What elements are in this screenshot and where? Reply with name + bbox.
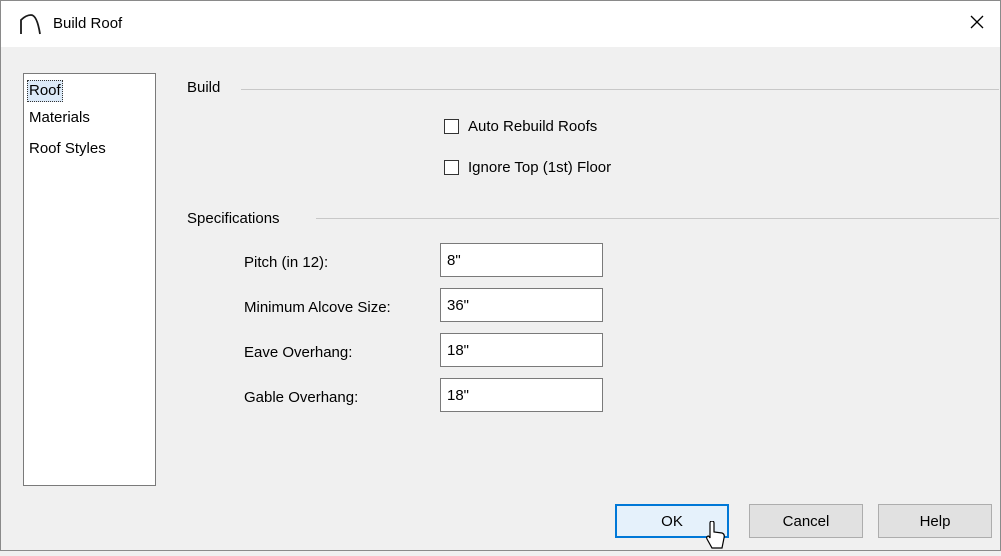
nav-item-roof-styles[interactable]: Roof Styles <box>27 138 108 160</box>
nav-item-materials[interactable]: Materials <box>27 107 92 129</box>
specifications-group-label: Specifications <box>187 210 280 227</box>
minimum-alcove-size-input[interactable] <box>440 288 603 322</box>
auto-rebuild-roofs-checkbox[interactable]: Auto Rebuild Roofs <box>444 118 597 135</box>
panel-nav-list: Roof Materials Roof Styles <box>23 73 156 486</box>
checkbox-box[interactable] <box>444 160 459 175</box>
close-button[interactable] <box>954 1 1000 47</box>
build-roof-dialog: Build Roof Roof Materials Roof Styles Bu… <box>0 0 1001 551</box>
minimum-alcove-size-label: Minimum Alcove Size: <box>244 299 391 316</box>
eave-overhang-label: Eave Overhang: <box>244 344 353 361</box>
eave-overhang-input[interactable] <box>440 333 603 367</box>
checkbox-label: Ignore Top (1st) Floor <box>468 159 612 176</box>
roof-arc-icon <box>18 12 42 36</box>
title-bar: Build Roof <box>1 1 1000 47</box>
specifications-group-divider <box>316 218 999 219</box>
checkbox-box[interactable] <box>444 119 459 134</box>
ignore-top-floor-checkbox[interactable]: Ignore Top (1st) Floor <box>444 159 611 176</box>
nav-item-roof[interactable]: Roof <box>27 80 63 102</box>
build-group-divider <box>241 89 999 90</box>
window-title: Build Roof <box>53 15 123 32</box>
checkbox-label: Auto Rebuild Roofs <box>468 118 598 135</box>
pitch-input[interactable] <box>440 243 603 277</box>
close-icon <box>969 14 985 34</box>
gable-overhang-input[interactable] <box>440 378 603 412</box>
gable-overhang-label: Gable Overhang: <box>244 389 359 406</box>
ok-button[interactable]: OK <box>615 504 729 538</box>
build-group-label: Build <box>187 79 221 96</box>
help-button[interactable]: Help <box>878 504 992 538</box>
pitch-label: Pitch (in 12): <box>244 254 329 271</box>
cancel-button[interactable]: Cancel <box>749 504 863 538</box>
